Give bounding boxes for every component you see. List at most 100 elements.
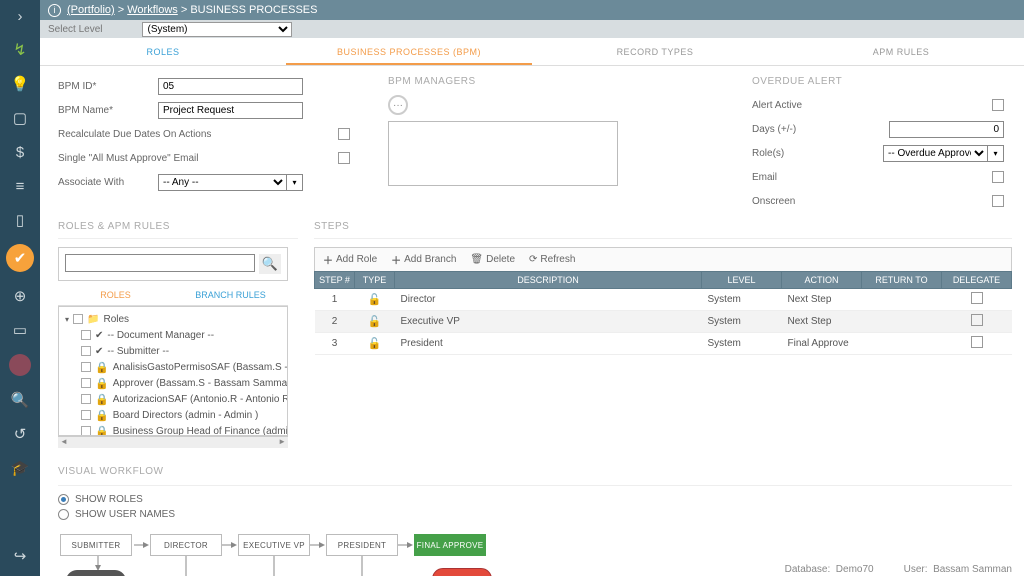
bars-icon[interactable]: ≡ [10,176,30,196]
select-level-dropdown[interactable]: (System) [142,22,292,37]
lock-icon: 🔓 [368,338,382,350]
alert-active-label: Alert Active [752,100,847,111]
check-icon[interactable]: ✔ [6,244,34,272]
tree-hscroll[interactable] [58,436,288,448]
tablet-icon[interactable]: ▯ [10,210,30,230]
clipboard-icon[interactable]: ▢ [10,108,30,128]
topbar: i (Portfolio) > Workflows > BUSINESS PRO… [40,0,1024,20]
lock-icon: 🔓 [368,294,382,306]
minitab-roles[interactable]: ROLES [58,285,173,305]
lock-icon: 🔒 [95,361,109,374]
roles-tree[interactable]: ▾📁Roles ✔-- Document Manager -- ✔-- Subm… [58,306,288,436]
overdue-role-label: Role(s) [752,148,847,159]
roles-search-input[interactable] [65,254,255,272]
grad-icon[interactable]: 🎓 [10,458,30,478]
overdue-title: OVERDUE ALERT [752,76,1012,87]
tab-record-types[interactable]: RECORD TYPES [532,38,778,65]
globe-icon[interactable]: ⊕ [10,286,30,306]
node-reject[interactable]: REJECT [432,568,492,576]
bpm-id-label: BPM ID* [58,81,158,92]
managers-title: BPM MANAGERS [388,76,668,87]
lock-icon: 🔒 [95,393,109,406]
lock-icon: 🔒 [95,425,109,437]
recalc-checkbox[interactable] [338,128,350,140]
lock-icon: 🔓 [368,316,382,328]
node-final: FINAL APPROVE [414,534,486,556]
refresh-button[interactable]: ⟳Refresh [529,254,575,265]
steps-table: STEP # TYPE DESCRIPTION LEVEL ACTION RET… [314,271,1012,355]
roles-search-button[interactable]: 🔍 [259,254,281,274]
assoc-label: Associate With [58,177,158,188]
days-input[interactable] [889,121,1004,138]
recalc-label: Recalculate Due Dates On Actions [58,129,211,140]
tab-bpm[interactable]: BUSINESS PROCESSES (BPM) [286,38,532,65]
roles-search: 🔍 [58,247,288,281]
delegate-checkbox[interactable] [971,314,983,326]
overdue-onscreen-checkbox[interactable] [992,195,1004,207]
roles-panel-title: ROLES & APM RULES [58,221,298,232]
folder-icon: 📁 [87,314,99,325]
bulb-icon[interactable]: 💡 [10,74,30,94]
tab-apm-rules[interactable]: APM RULES [778,38,1024,65]
minitab-branch[interactable]: BRANCH RULES [173,285,288,305]
overdue-email-checkbox[interactable] [992,171,1004,183]
breadcrumb: (Portfolio) > Workflows > BUSINESS PROCE… [67,4,317,16]
tabs: ROLES BUSINESS PROCESSES (BPM) RECORD TY… [40,38,1024,66]
node-exec: EXECUTIVE VP [238,534,310,556]
node-president: PRESIDENT [326,534,398,556]
crumb-portfolio[interactable]: (Portfolio) [67,4,115,16]
select-level-row: Select Level (System) [40,20,1024,38]
info-icon[interactable]: i [48,4,61,17]
managers-add-button[interactable]: ··· [388,95,408,115]
dollar-icon[interactable]: $ [10,142,30,162]
bpm-name-label: BPM Name* [58,105,158,116]
add-role-button[interactable]: ＋Add Role [323,252,377,267]
overdue-role-select[interactable]: -- Overdue Approver -- [883,145,988,162]
lock-icon: 🔒 [95,409,109,422]
delete-button[interactable]: 🗑Delete [470,254,515,265]
visual-title: VISUAL WORKFLOW [58,466,1012,477]
managers-list[interactable] [388,121,618,186]
node-withdraw[interactable]: WITHDRAW [66,570,126,576]
delegate-checkbox[interactable] [971,292,983,304]
tab-roles[interactable]: ROLES [40,38,286,65]
refresh-icon: ⟳ [529,254,537,265]
alert-active-checkbox[interactable] [992,99,1004,111]
steps-toolbar: ＋Add Role ＋Add Branch 🗑Delete ⟳Refresh [314,247,1012,271]
logo-icon[interactable]: ↯ [10,40,30,60]
bpm-name-input[interactable] [158,102,303,119]
expand-icon[interactable]: › [10,6,30,26]
search-icon[interactable]: 🔍 [10,390,30,410]
logout-icon[interactable]: ↪ [10,546,30,566]
trash-icon: 🗑 [470,254,483,265]
lock-icon: 🔒 [95,377,109,390]
delegate-checkbox[interactable] [971,336,983,348]
history-icon[interactable]: ↺ [10,424,30,444]
days-label: Days (+/-) [752,124,847,135]
single-email-label: Single "All Must Approve" Email [58,153,199,164]
bpm-id-input[interactable] [158,78,303,95]
footer: Database: Demo70 User: Bassam Samman [785,564,1012,575]
table-row[interactable]: 2🔓Executive VPSystemNext Step [315,311,1012,333]
avatar[interactable] [9,354,31,376]
node-submitter: SUBMITTER [60,534,132,556]
overdue-role-dropbtn[interactable]: ▾ [988,145,1004,162]
node-director: DIRECTOR [150,534,222,556]
sidebar: › ↯ 💡 ▢ $ ≡ ▯ ✔ ⊕ ▭ 🔍 ↺ 🎓 ↪ [0,0,40,576]
radio-show-users[interactable]: SHOW USER NAMES [58,509,1012,520]
select-level-label: Select Level [48,24,102,35]
add-branch-button[interactable]: ＋Add Branch [391,252,456,267]
radio-show-roles[interactable]: SHOW ROLES [58,494,1012,505]
main: ROLES BUSINESS PROCESSES (BPM) RECORD TY… [40,38,1024,576]
crumb-current: BUSINESS PROCESSES [190,4,317,16]
table-row[interactable]: 3🔓PresidentSystemFinal Approve [315,333,1012,355]
overdue-email-label: Email [752,172,847,183]
briefcase-icon[interactable]: ▭ [10,320,30,340]
crumb-workflows[interactable]: Workflows [127,4,178,16]
overdue-onscreen-label: Onscreen [752,196,847,207]
table-row[interactable]: 1🔓DirectorSystemNext Step [315,289,1012,311]
assoc-dropdown-btn[interactable]: ▾ [287,174,303,191]
assoc-select[interactable]: -- Any -- [158,174,287,191]
steps-title: STEPS [314,221,1012,232]
single-email-checkbox[interactable] [338,152,350,164]
